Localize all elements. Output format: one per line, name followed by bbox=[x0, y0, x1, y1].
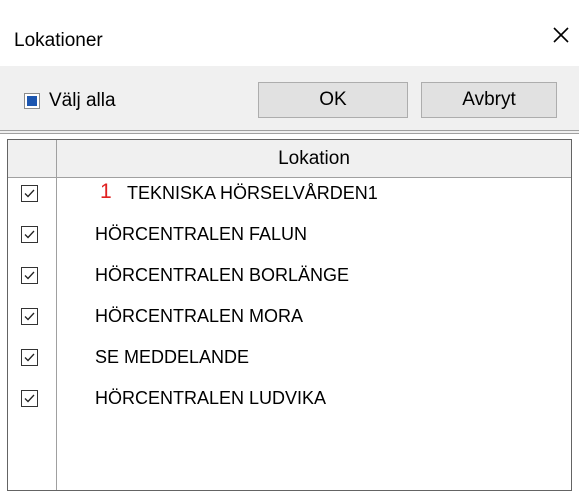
table-row[interactable]: HÖRCENTRALEN BORLÄNGE bbox=[8, 262, 571, 289]
close-icon[interactable] bbox=[548, 22, 574, 48]
row-checkbox[interactable] bbox=[21, 185, 38, 202]
table-row[interactable]: HÖRCENTRALEN LUDVIKA bbox=[8, 385, 571, 412]
cancel-button[interactable]: Avbryt bbox=[421, 82, 557, 118]
select-all-checkbox[interactable]: Välj alla bbox=[24, 90, 116, 112]
row-label: TEKNISKA HÖRSELVÅRDEN1 bbox=[127, 183, 378, 203]
row-label: HÖRCENTRALEN BORLÄNGE bbox=[95, 265, 350, 285]
row-label: HÖRCENTRALEN FALUN bbox=[95, 224, 308, 244]
select-all-label: Välj alla bbox=[49, 90, 116, 111]
row-number: 1 bbox=[100, 180, 112, 203]
ok-button[interactable]: OK bbox=[258, 82, 408, 118]
row-checkbox[interactable] bbox=[21, 267, 38, 284]
table-row[interactable]: 1 TEKNISKA HÖRSELVÅRDEN1 bbox=[8, 180, 571, 207]
row-checkbox[interactable] bbox=[21, 390, 38, 407]
divider bbox=[0, 133, 579, 134]
divider bbox=[0, 130, 579, 131]
row-checkbox[interactable] bbox=[21, 226, 38, 243]
row-checkbox[interactable] bbox=[21, 308, 38, 325]
window-title: Lokationer bbox=[14, 30, 103, 51]
location-grid[interactable]: Lokation 1 TEKNISKA HÖRSELVÅRDEN1 HÖRCEN… bbox=[7, 139, 572, 491]
table-row[interactable]: HÖRCENTRALEN MORA bbox=[8, 303, 571, 330]
row-checkbox[interactable] bbox=[21, 349, 38, 366]
title-bar: Lokationer bbox=[0, 0, 579, 66]
grid-header: Lokation bbox=[8, 140, 571, 178]
table-row[interactable]: HÖRCENTRALEN FALUN bbox=[8, 221, 571, 248]
row-label: SE MEDDELANDE bbox=[95, 347, 250, 367]
row-label: HÖRCENTRALEN MORA bbox=[95, 306, 304, 326]
select-all-box[interactable] bbox=[24, 93, 40, 109]
table-row[interactable]: SE MEDDELANDE bbox=[8, 344, 571, 371]
column-header-lokation[interactable]: Lokation bbox=[57, 140, 571, 177]
row-label: HÖRCENTRALEN LUDVIKA bbox=[95, 388, 327, 408]
header-corner[interactable] bbox=[8, 140, 57, 177]
